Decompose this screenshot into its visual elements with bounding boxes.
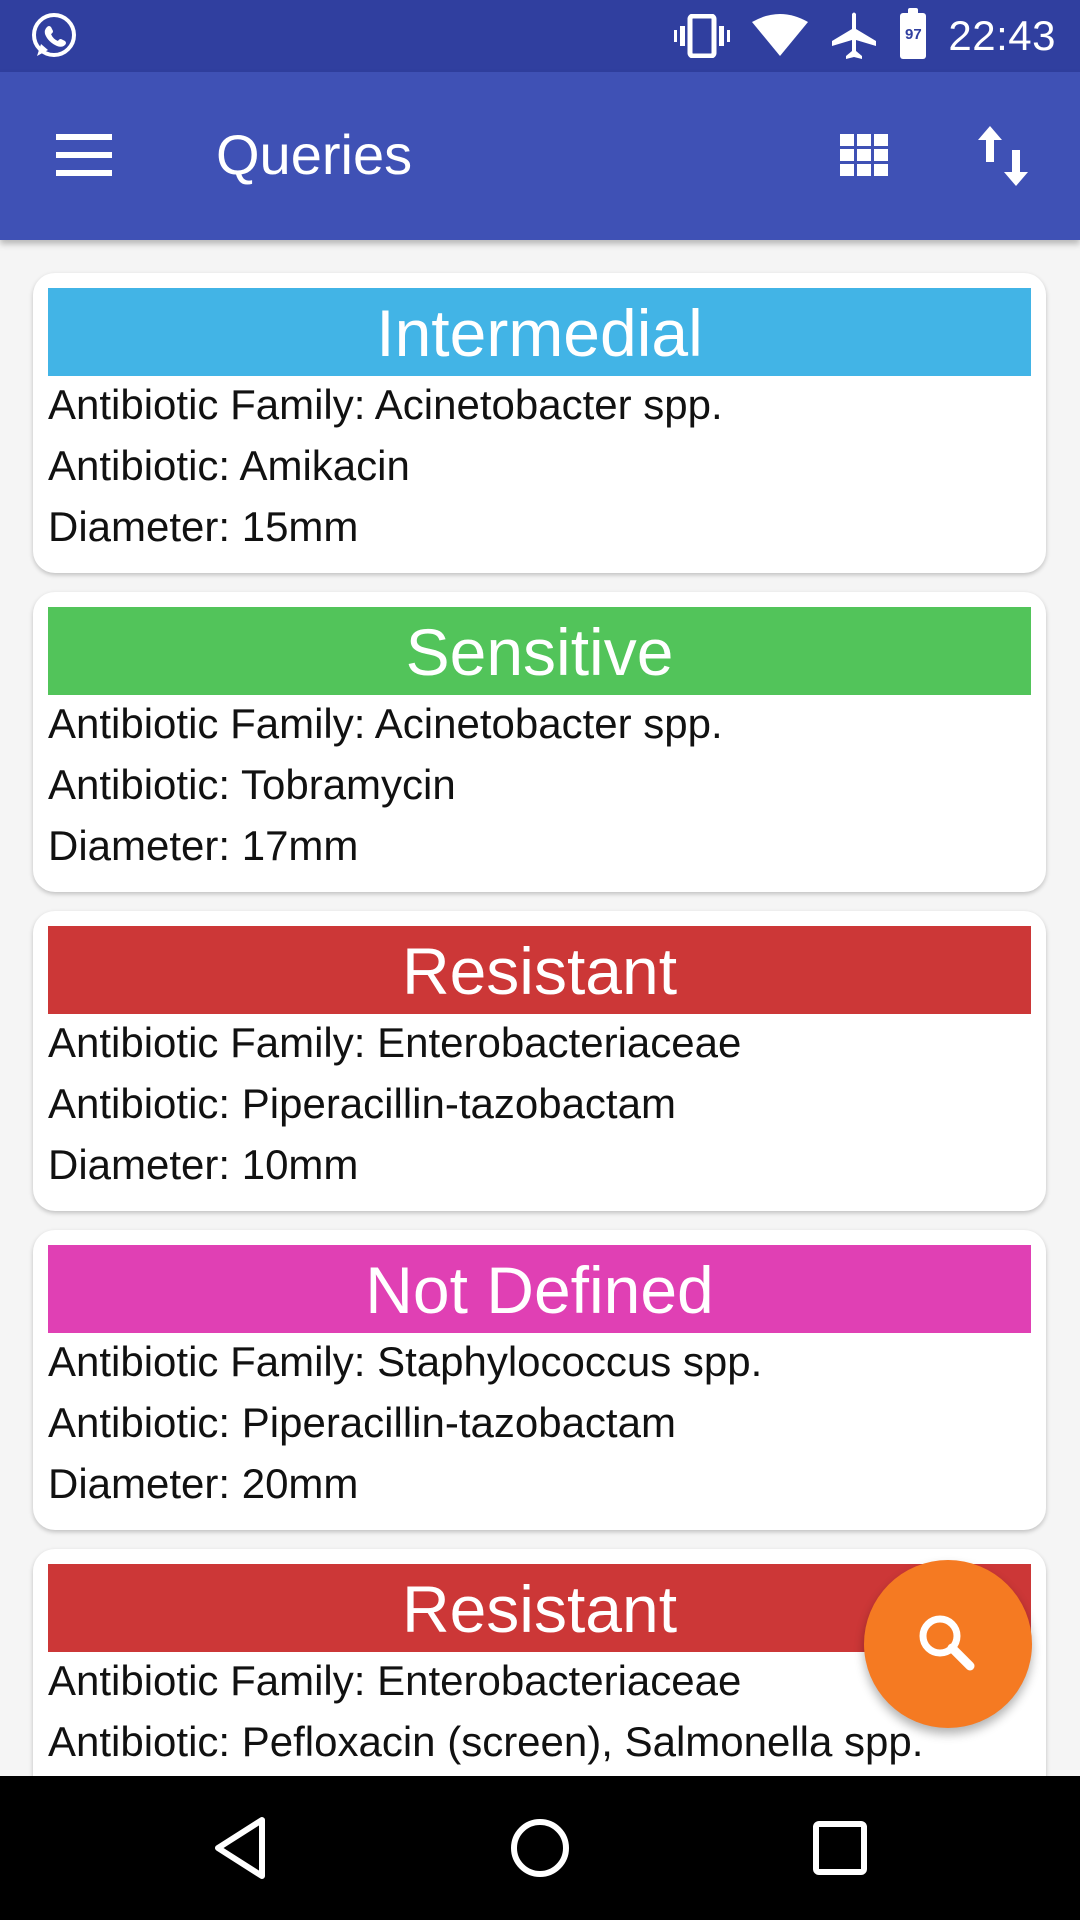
- home-icon[interactable]: [498, 1806, 582, 1890]
- diameter-text: Diameter: 10mm: [48, 1141, 359, 1188]
- menu-button[interactable]: [40, 118, 128, 194]
- antibiotic-text: Antibiotic: Amikacin: [48, 442, 410, 489]
- family-text: Antibiotic Family: Enterobacteriaceae: [48, 1657, 742, 1704]
- status-header: Resistant: [48, 926, 1031, 1014]
- whatsapp-icon: [32, 13, 76, 57]
- grid-view-icon: [840, 134, 888, 176]
- battery-level: 97: [905, 26, 922, 43]
- family-text: Antibiotic Family: Acinetobacter spp.: [48, 381, 723, 428]
- sort-button[interactable]: [960, 118, 1048, 194]
- wifi-icon: [752, 14, 809, 56]
- status-bar: 97 22:43: [0, 0, 1080, 72]
- app-bar: Queries: [0, 72, 1080, 240]
- grid-view-button[interactable]: [820, 118, 908, 194]
- diameter-text: Diameter: 15mm: [48, 503, 359, 550]
- back-icon[interactable]: [200, 1806, 284, 1890]
- antibiotic-text: Antibiotic: Tobramycin: [48, 761, 456, 808]
- airplane-icon: [832, 12, 877, 59]
- status-header: Sensitive: [48, 607, 1031, 695]
- status-header: Intermedial: [48, 288, 1031, 376]
- query-list: Intermedial Antibiotic Family: Acinetoba…: [0, 240, 1080, 1776]
- navigation-bar: [0, 1776, 1080, 1920]
- family-text: Antibiotic Family: Enterobacteriaceae: [48, 1019, 742, 1066]
- antibiotic-text: Antibiotic: Piperacillin-tazobactam: [48, 1399, 676, 1446]
- query-card[interactable]: Resistant Antibiotic Family: Enterobacte…: [33, 911, 1046, 1211]
- status-header: Not Defined: [48, 1245, 1031, 1333]
- battery-icon: 97: [900, 8, 927, 59]
- family-text: Antibiotic Family: Acinetobacter spp.: [48, 700, 723, 747]
- sort-icon: [978, 126, 1028, 186]
- search-fab-button[interactable]: [864, 1560, 1032, 1728]
- search-icon: [919, 1615, 975, 1671]
- query-card[interactable]: Not Defined Antibiotic Family: Staphyloc…: [33, 1230, 1046, 1530]
- vibrate-icon: [674, 14, 731, 58]
- diameter-text: Diameter: 17mm: [48, 822, 359, 869]
- family-text: Antibiotic Family: Staphylococcus spp.: [48, 1338, 763, 1385]
- diameter-text: Diameter: 20mm: [48, 1460, 359, 1507]
- page-title: Queries: [216, 123, 413, 186]
- clock: 22:43: [948, 12, 1056, 59]
- antibiotic-text: Antibiotic: Piperacillin-tazobactam: [48, 1080, 676, 1127]
- antibiotic-text: Antibiotic: Pefloxacin (screen), Salmone…: [48, 1718, 924, 1765]
- query-card[interactable]: Sensitive Antibiotic Family: Acinetobact…: [33, 592, 1046, 892]
- query-card[interactable]: Intermedial Antibiotic Family: Acinetoba…: [33, 273, 1046, 573]
- recents-icon[interactable]: [798, 1806, 882, 1890]
